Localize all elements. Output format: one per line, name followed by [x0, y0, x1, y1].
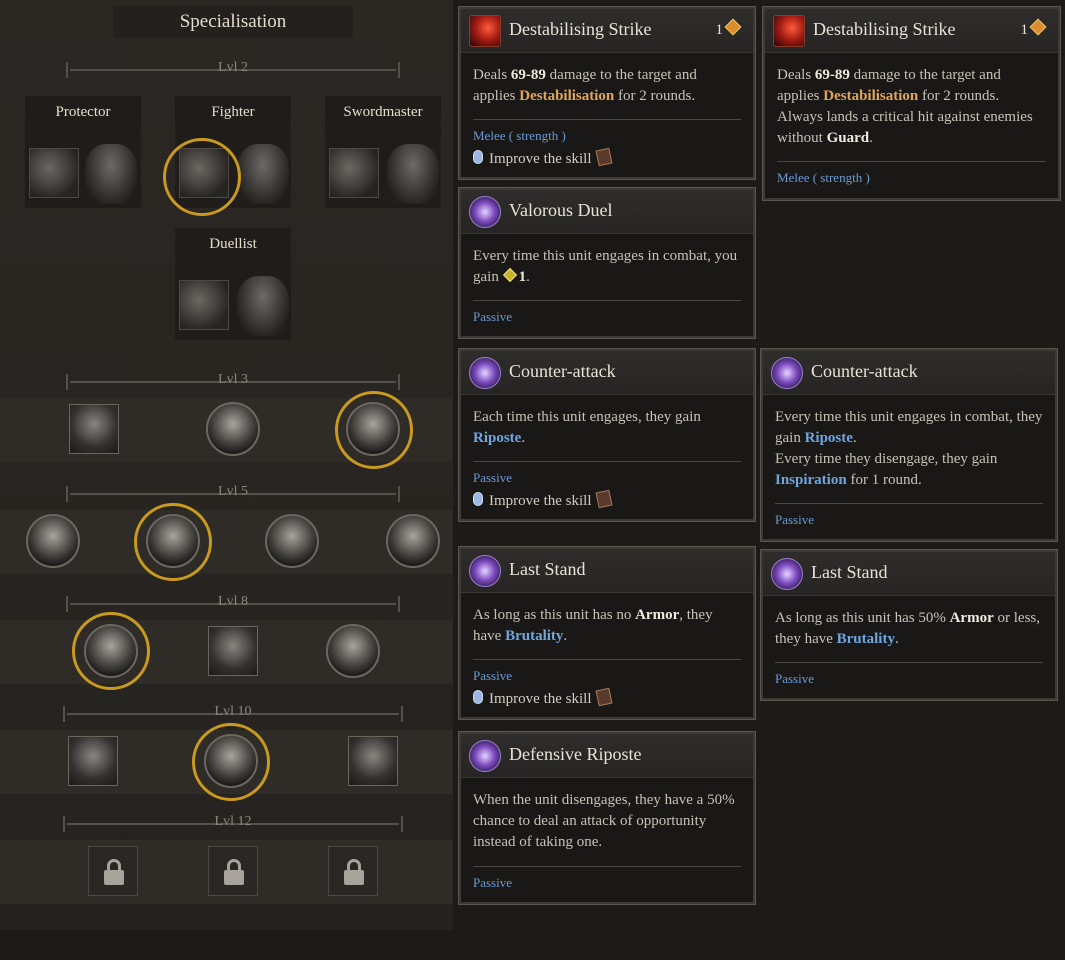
class-name: Fighter [211, 104, 255, 120]
skill-book-icon [595, 147, 613, 167]
last-stand-icon [469, 555, 501, 587]
tooltip-title: Last Stand [811, 562, 888, 582]
level-divider-10: Lvl 10 [63, 704, 403, 722]
selected-ring [163, 138, 241, 216]
skill-type: Passive [775, 512, 814, 527]
improve-skill-hint[interactable]: Improve the skill [473, 489, 613, 510]
tooltip-title: Counter-attack [509, 361, 616, 381]
level-divider-5: Lvl 5 [66, 484, 400, 502]
skill-icon-lvl3-1[interactable] [69, 404, 119, 454]
duellist-skill-icon[interactable] [179, 280, 229, 330]
improve-skill-hint[interactable]: Improve the skill [473, 147, 613, 168]
mouse-icon [473, 150, 483, 164]
tooltip-description: Deals 69-89 damage to the target and app… [473, 67, 697, 104]
specialisation-panel: Specialisation Lvl 2 Protector Fighter S… [0, 0, 453, 930]
selected-ring [192, 723, 270, 801]
level-label: Lvl 8 [218, 594, 248, 609]
tooltip-description: When the unit disengages, they have a 50… [473, 792, 735, 850]
action-point-icon [1029, 18, 1047, 36]
skill-icon-lvl3-2[interactable] [206, 402, 260, 456]
level-divider-12: Lvl 12 [63, 814, 403, 832]
skill-type: Passive [473, 309, 512, 324]
class-card-protector[interactable]: Protector [25, 96, 141, 208]
tooltip-title: Destabilising Strike [813, 19, 956, 39]
mouse-icon [473, 492, 483, 506]
mouse-icon [473, 690, 483, 704]
skill-type: Melee ( strength ) [777, 170, 870, 185]
armor-icon [387, 144, 439, 204]
armor-icon [237, 144, 289, 204]
level-label: Lvl 5 [218, 484, 248, 499]
skill-icon-lvl5-4[interactable] [386, 514, 440, 568]
last-stand-icon [771, 558, 803, 590]
armor-icon [85, 144, 137, 204]
tooltip-title: Last Stand [509, 559, 586, 579]
panel-title: Specialisation [113, 6, 353, 38]
tooltip-defensive-riposte: Defensive Riposte When the unit disengag… [458, 731, 756, 905]
class-name: Swordmaster [343, 104, 423, 120]
class-card-duellist[interactable]: Duellist [175, 228, 291, 340]
tooltip-title: Counter-attack [811, 361, 918, 381]
level-label: Lvl 12 [214, 814, 252, 829]
class-name: Duellist [209, 236, 257, 252]
skill-type: Melee ( strength ) [473, 128, 566, 143]
level-divider-8: Lvl 8 [66, 594, 400, 612]
tooltip-valorous-duel: Valorous Duel Every time this unit engag… [458, 187, 756, 339]
tooltip-last-stand-upgraded: Last Stand As long as this unit has 50% … [760, 549, 1058, 701]
level-label: Lvl 2 [218, 60, 248, 75]
tooltip-title: Valorous Duel [509, 200, 613, 220]
level-divider-3: Lvl 3 [66, 372, 400, 390]
tooltip-last-stand: Last Stand As long as this unit has no A… [458, 546, 756, 720]
counter-attack-icon [469, 357, 501, 389]
action-cost: 1 [1021, 18, 1047, 39]
skill-icon-lvl10-3[interactable] [348, 736, 398, 786]
riposte-icon [469, 740, 501, 772]
tooltip-description: Each time this unit engages, they gain R… [473, 409, 701, 446]
skill-icon-lvl10-1[interactable] [68, 736, 118, 786]
skill-icon-lvl8-2[interactable] [208, 626, 258, 676]
level-label: Lvl 10 [214, 704, 252, 719]
skill-icon-lvl5-3[interactable] [265, 514, 319, 568]
tooltip-description: Every time this unit engages in combat, … [473, 248, 738, 285]
action-point-icon [502, 267, 517, 283]
tooltip-title: Destabilising Strike [509, 19, 652, 39]
selected-ring [335, 391, 413, 469]
class-name: Protector [55, 104, 111, 120]
strike-icon [773, 15, 805, 47]
locked-slot-2 [208, 846, 258, 896]
level-divider-2: Lvl 2 [66, 60, 400, 78]
armor-icon [237, 276, 289, 336]
skill-type: Passive [473, 470, 512, 485]
duel-icon [469, 196, 501, 228]
counter-attack-icon [771, 357, 803, 389]
selected-ring [72, 612, 150, 690]
skill-type: Passive [775, 671, 814, 686]
tooltip-description: Every time this unit engages in combat, … [775, 409, 1043, 488]
selected-ring [134, 503, 212, 581]
locked-slot-1 [88, 846, 138, 896]
tooltip-title: Defensive Riposte [509, 744, 642, 764]
tooltip-description: As long as this unit has 50% Armor or le… [775, 610, 1040, 647]
skill-book-icon [595, 489, 613, 509]
tooltip-counter-attack-upgraded: Counter-attack Every time this unit enga… [760, 348, 1058, 542]
tooltip-counter-attack: Counter-attack Each time this unit engag… [458, 348, 756, 522]
skill-icon-lvl8-3[interactable] [326, 624, 380, 678]
tooltip-description: Deals 69-89 damage to the target and app… [777, 67, 1033, 146]
skill-book-icon [595, 687, 613, 707]
skill-type: Passive [473, 668, 512, 683]
strike-icon [469, 15, 501, 47]
action-point-icon [724, 18, 742, 36]
tooltip-destabilising-strike: Destabilising Strike 1 Deals 69-89 damag… [458, 6, 756, 180]
tooltip-description: As long as this unit has no Armor, they … [473, 607, 713, 644]
protector-skill-icon[interactable] [29, 148, 79, 198]
action-cost: 1 [716, 18, 742, 39]
level-label: Lvl 3 [218, 372, 248, 387]
improve-skill-hint[interactable]: Improve the skill [473, 687, 613, 708]
locked-slot-3 [328, 846, 378, 896]
tooltip-destabilising-strike-upgraded: Destabilising Strike 1 Deals 69-89 damag… [762, 6, 1061, 201]
class-card-swordmaster[interactable]: Swordmaster [325, 96, 441, 208]
skill-icon-lvl5-1[interactable] [26, 514, 80, 568]
skill-type: Passive [473, 875, 512, 890]
swordmaster-skill-icon[interactable] [329, 148, 379, 198]
